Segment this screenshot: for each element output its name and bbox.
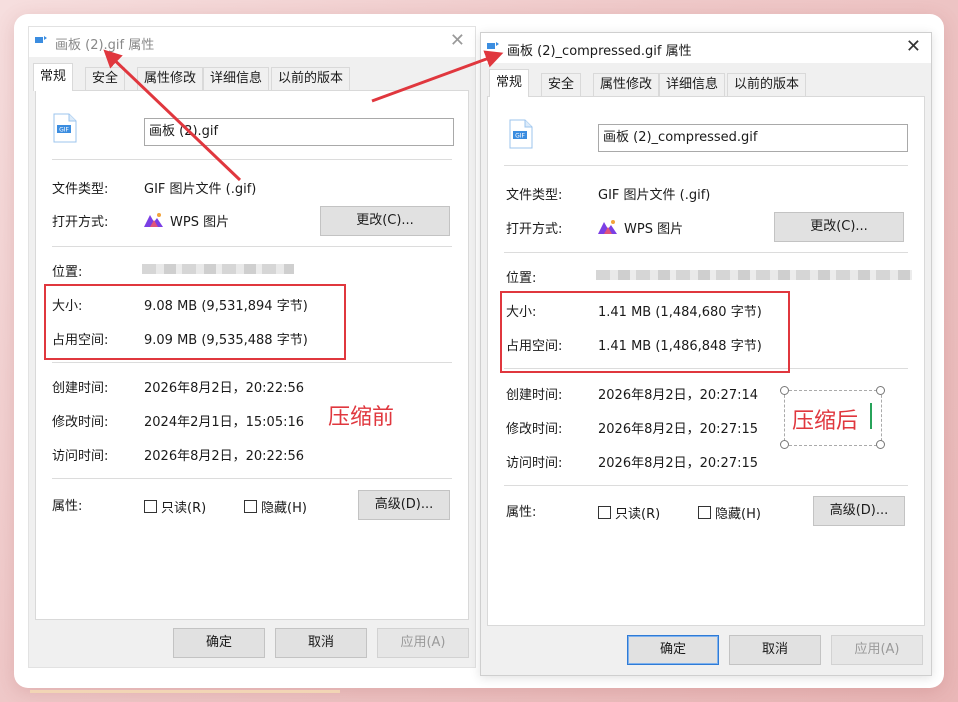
properties-dialog-compressed: 画板 (2)_compressed.gif 属性 ✕ 常规 安全 属性修改 详细… [480, 32, 932, 676]
tab-previous-versions[interactable]: 以前的版本 [271, 67, 351, 90]
accessed-label: 访问时间: [506, 456, 563, 471]
wps-picture-icon [144, 213, 163, 227]
size-highlight-box [44, 284, 346, 360]
advanced-button[interactable]: 高级(D)... [813, 496, 905, 526]
divider [52, 246, 452, 247]
bottom-strip [30, 690, 340, 693]
created-value: 2026年8月2日，20:22:56 [144, 381, 305, 396]
gif-file-icon: GIF [509, 119, 533, 149]
general-panel: GIF 画板 (2)_compressed.gif 文件类型: GIF 图片文件… [487, 96, 925, 626]
ok-button[interactable]: 确定 [173, 628, 265, 658]
modified-label: 修改时间: [506, 422, 563, 437]
hidden-label: 隐藏(H) [261, 501, 307, 516]
checkbox-box[interactable] [244, 500, 257, 513]
modified-value: 2024年2月1日，15:05:16 [144, 415, 305, 430]
divider [52, 362, 452, 363]
readonly-checkbox[interactable]: 只读(R) [144, 497, 206, 516]
title-bar[interactable]: 画板 (2)_compressed.gif 属性 ✕ [481, 33, 931, 63]
close-icon[interactable]: ✕ [450, 30, 465, 52]
readonly-checkbox[interactable]: 只读(R) [598, 503, 660, 522]
attributes-label: 属性: [506, 505, 537, 520]
file-type-value: GIF 图片文件 (.gif) [598, 188, 711, 203]
resize-handle[interactable] [780, 386, 789, 395]
gif-title-icon [487, 42, 499, 49]
checkbox-box[interactable] [698, 506, 711, 519]
annotation-after-compression[interactable]: 压缩后 [792, 403, 858, 435]
hidden-checkbox[interactable]: 隐藏(H) [244, 497, 307, 516]
cancel-button[interactable]: 取消 [275, 628, 367, 658]
checkbox-box[interactable] [598, 506, 611, 519]
modified-value: 2026年8月2日，20:27:15 [598, 422, 759, 437]
text-caret [870, 403, 872, 429]
change-button[interactable]: 更改(C)... [774, 212, 904, 242]
tab-previous-versions[interactable]: 以前的版本 [727, 73, 807, 96]
svg-text:GIF: GIF [59, 127, 69, 134]
tab-details[interactable]: 详细信息 [203, 67, 270, 90]
tab-strip: 常规 安全 属性修改 详细信息 以前的版本 [485, 69, 927, 97]
divider [504, 485, 908, 486]
location-label: 位置: [506, 271, 537, 286]
hidden-label: 隐藏(H) [715, 507, 761, 522]
accessed-value: 2026年8月2日，20:22:56 [144, 449, 305, 464]
divider [52, 159, 452, 160]
tab-attribute-edit[interactable]: 属性修改 [593, 73, 660, 96]
filename-field[interactable]: 画板 (2)_compressed.gif [598, 124, 908, 152]
resize-handle[interactable] [876, 440, 885, 449]
change-button[interactable]: 更改(C)... [320, 206, 450, 236]
general-panel: GIF 画板 (2).gif 文件类型: GIF 图片文件 (.gif) 打开方… [35, 90, 469, 620]
divider [504, 252, 908, 253]
apply-button: 应用(A) [831, 635, 923, 665]
open-with-label: 打开方式: [506, 222, 563, 237]
size-highlight-box [500, 291, 790, 373]
location-value-redacted [142, 264, 294, 274]
close-icon[interactable]: ✕ [906, 36, 921, 58]
modified-label: 修改时间: [52, 415, 109, 430]
properties-dialog-original: 画板 (2).gif 属性 ✕ 常规 安全 属性修改 详细信息 以前的版本 GI… [28, 26, 476, 668]
hidden-checkbox[interactable]: 隐藏(H) [698, 503, 761, 522]
created-value: 2026年8月2日，20:27:14 [598, 388, 759, 403]
window-title: 画板 (2).gif 属性 [55, 38, 155, 53]
tab-attribute-edit[interactable]: 属性修改 [137, 67, 204, 90]
tab-security[interactable]: 安全 [541, 73, 582, 96]
tab-security[interactable]: 安全 [85, 67, 126, 90]
divider [52, 478, 452, 479]
open-with-value: WPS 图片 [170, 215, 230, 230]
tab-general[interactable]: 常规 [489, 69, 530, 97]
tab-general[interactable]: 常规 [33, 63, 74, 91]
advanced-button[interactable]: 高级(D)... [358, 490, 450, 520]
divider [504, 165, 908, 166]
resize-handle[interactable] [780, 440, 789, 449]
attributes-label: 属性: [52, 499, 83, 514]
apply-button: 应用(A) [377, 628, 469, 658]
gif-title-icon [35, 36, 47, 43]
checkbox-box[interactable] [144, 500, 157, 513]
location-value-redacted [596, 270, 912, 280]
cancel-button[interactable]: 取消 [729, 635, 821, 665]
readonly-label: 只读(R) [161, 501, 207, 516]
open-with-label: 打开方式: [52, 215, 109, 230]
readonly-label: 只读(R) [615, 507, 661, 522]
svg-text:GIF: GIF [515, 133, 525, 140]
accessed-value: 2026年8月2日，20:27:15 [598, 456, 759, 471]
gif-file-icon: GIF [53, 113, 77, 143]
created-label: 创建时间: [506, 388, 563, 403]
file-type-label: 文件类型: [52, 182, 109, 197]
location-label: 位置: [52, 265, 83, 280]
accessed-label: 访问时间: [52, 449, 109, 464]
created-label: 创建时间: [52, 381, 109, 396]
file-type-label: 文件类型: [506, 188, 563, 203]
title-bar[interactable]: 画板 (2).gif 属性 ✕ [29, 27, 475, 57]
file-type-value: GIF 图片文件 (.gif) [144, 182, 257, 197]
wps-picture-icon [598, 220, 617, 234]
window-title: 画板 (2)_compressed.gif 属性 [507, 44, 692, 59]
filename-field[interactable]: 画板 (2).gif [144, 118, 454, 146]
resize-handle[interactable] [876, 386, 885, 395]
open-with-value: WPS 图片 [624, 222, 684, 237]
tab-details[interactable]: 详细信息 [659, 73, 726, 96]
annotation-before-compression: 压缩前 [328, 405, 395, 430]
tab-strip: 常规 安全 属性修改 详细信息 以前的版本 [33, 63, 471, 91]
ok-button[interactable]: 确定 [627, 635, 719, 665]
